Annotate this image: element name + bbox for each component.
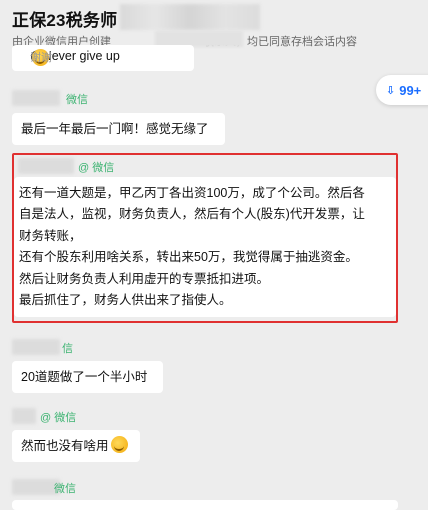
redacted-sender-name: [12, 479, 60, 495]
redacted-title-area: [120, 4, 260, 30]
message-bubble[interactable]: 然而也没有啥用: [12, 430, 140, 462]
jump-down-arrow-icon: ⇩: [386, 84, 396, 97]
message-bubble[interactable]: 最后一年最后一门啊！感觉无缘了: [12, 113, 225, 145]
sender-label: 信: [62, 343, 73, 355]
message-line: 财务转账，: [19, 228, 82, 243]
sender-label: 微信: [66, 94, 88, 106]
message-text: 最后一年最后一门啊！感觉无缘了: [21, 122, 209, 136]
sender-label: @ 微信: [40, 412, 77, 424]
message-line: 自是法人，监视，财务负责人，然后有个人(股东)代开发票，让: [19, 207, 365, 222]
redacted-sender-name: [18, 158, 74, 174]
partial-message-bubble: @Never give up 谢谢: [12, 45, 194, 71]
message-line: 还有一道大题是，甲乙丙丁各出资100万，成了个公司。然后各: [19, 186, 365, 200]
message-text: 20道题做了一个半小时: [21, 370, 148, 384]
message-bubble[interactable]: 20道题做了一个半小时: [12, 361, 163, 393]
redacted-sender-name: [12, 90, 60, 106]
redacted-sender-name: [12, 339, 60, 355]
emoji-laugh-cry-icon: [110, 436, 128, 453]
sender-label: @ 微信: [78, 162, 115, 174]
message-bubble[interactable]: 还有一道大题是，甲乙丙丁各出资100万，成了个公司。然后各 自是法人，监视，财务…: [14, 177, 396, 317]
group-title[interactable]: 正保23税务师: [12, 6, 117, 31]
redacted-sender-name: [12, 408, 36, 424]
message-line: 然后让财务负责人利用虚开的专票抵扣进项。: [19, 271, 270, 286]
sender-label: 微信: [54, 483, 76, 495]
message-text: 然而也没有啥用: [21, 439, 109, 453]
message-line: 最后抓住了，财务人供出来了指使人。: [19, 293, 232, 308]
partial-message-bubble: [12, 500, 398, 510]
message-line: 还有个股东利用啥关系，转出来50万，我觉得属于抽逃资金。: [19, 250, 358, 265]
unread-count: 99+: [399, 82, 422, 98]
unread-count-badge[interactable]: ⇩ 99+: [376, 75, 428, 105]
